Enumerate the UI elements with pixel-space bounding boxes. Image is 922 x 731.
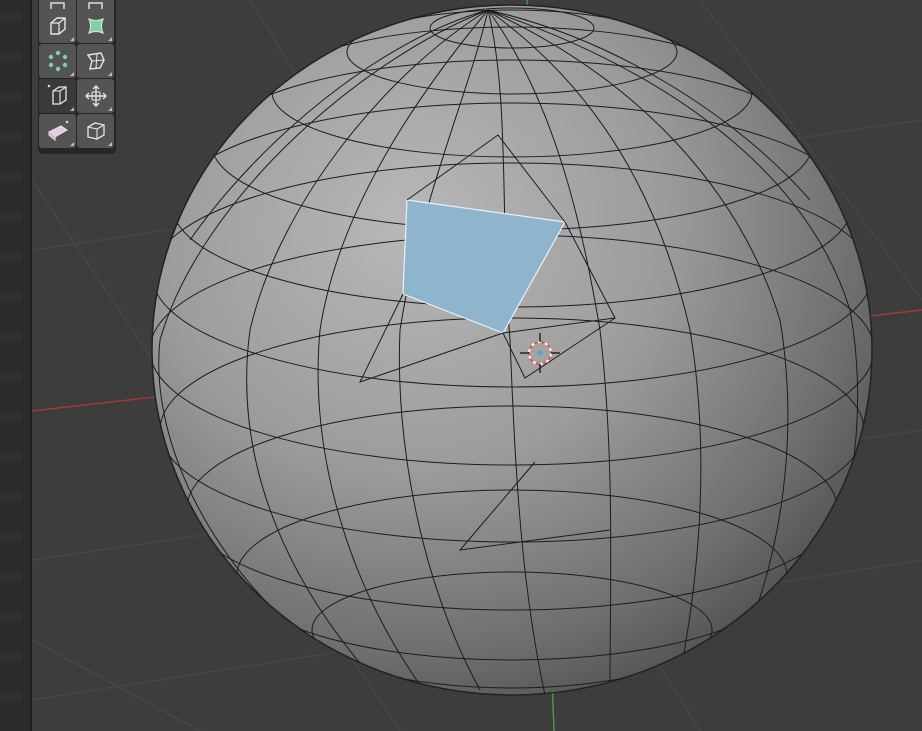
strip-tick — [0, 252, 22, 261]
strip-tick — [0, 612, 22, 621]
strip-tick — [0, 692, 22, 701]
extrude-region-tool-button[interactable] — [39, 9, 76, 43]
randomize-tool-button[interactable] — [77, 44, 114, 78]
strip-tick — [0, 532, 22, 541]
strip-tick — [0, 452, 22, 461]
inset-faces-icon — [87, 18, 104, 34]
randomize-icon — [86, 52, 105, 70]
extrude-region-icon — [49, 17, 66, 35]
uv-sphere-mesh[interactable] — [151, 4, 873, 696]
strip-tick — [0, 212, 22, 221]
shear-icon — [47, 120, 68, 142]
tool-shelf — [38, 0, 116, 154]
viewport-canvas[interactable] — [32, 0, 922, 731]
strip-tick — [0, 332, 22, 341]
move-icon — [84, 85, 107, 107]
inset-faces-tool-button[interactable] — [77, 9, 114, 43]
to-sphere-icon — [86, 122, 105, 140]
strip-tick — [0, 132, 22, 141]
3d-viewport[interactable] — [32, 0, 922, 731]
strip-tick — [0, 572, 22, 581]
strip-tick — [0, 12, 22, 21]
edge-slide-tool-button[interactable] — [39, 79, 76, 113]
strip-tick — [0, 172, 22, 181]
shear-tool-button[interactable] — [39, 114, 76, 148]
to-sphere-tool-button[interactable] — [77, 114, 114, 148]
strip-tick — [0, 412, 22, 421]
strip-tick — [0, 372, 22, 381]
strip-tick — [0, 292, 22, 301]
smooth-vertices-icon — [48, 50, 67, 72]
move-tool-button[interactable] — [77, 79, 114, 113]
strip-tick — [0, 652, 22, 661]
strip-tick — [0, 492, 22, 501]
smooth-tool-button[interactable] — [39, 44, 76, 78]
left-region-strip — [0, 0, 32, 731]
strip-tick — [0, 52, 22, 61]
edge-slide-icon — [47, 84, 67, 105]
strip-tick — [0, 92, 22, 101]
